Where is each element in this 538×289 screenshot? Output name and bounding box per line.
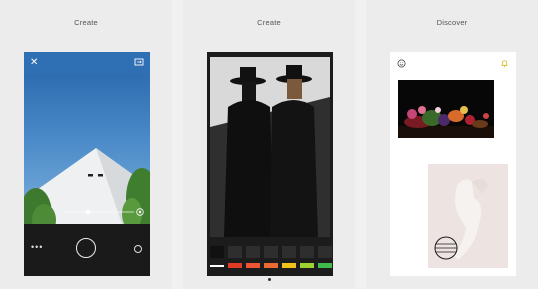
viewfinder-scene [24, 148, 150, 224]
filter-thumb[interactable] [264, 246, 278, 258]
screenshot-panel-discover: Discover [366, 0, 538, 289]
more-icon[interactable]: ••• [31, 243, 43, 252]
selected-filter-indicator [210, 265, 224, 267]
phone-screen [207, 52, 333, 276]
shutter-button[interactable] [76, 238, 96, 258]
filter-chip [318, 263, 332, 268]
panel-title: Create [257, 18, 281, 27]
camera-top-bar: ✕ [24, 52, 150, 74]
feed-image-still-life[interactable] [398, 80, 494, 138]
filter-thumb[interactable] [318, 246, 332, 258]
screenshot-panel-camera: Create ✕ ••• [0, 0, 172, 289]
filter-thumb[interactable] [300, 246, 314, 258]
filter-strip [207, 242, 333, 276]
filter-chip [246, 263, 260, 268]
filter-thumb[interactable] [210, 246, 224, 258]
gallery-circle-icon[interactable] [134, 245, 142, 253]
filter-chip [300, 263, 314, 268]
filter-chip [264, 263, 278, 268]
close-icon[interactable]: ✕ [30, 57, 38, 69]
camera-viewfinder[interactable] [24, 74, 150, 224]
smiley-icon[interactable] [397, 59, 406, 68]
bell-icon[interactable] [500, 59, 509, 68]
filter-thumb[interactable] [246, 246, 260, 258]
figure-scene [434, 178, 488, 260]
feed-image-figure[interactable] [428, 164, 508, 268]
filter-thumb[interactable] [282, 246, 296, 258]
phone-screen [390, 52, 516, 276]
page-indicator-dot [268, 278, 271, 281]
still-life-scene [398, 106, 494, 138]
phone-screen: ✕ ••• [24, 52, 150, 276]
filter-thumb[interactable] [228, 246, 242, 258]
edited-photo[interactable] [210, 57, 330, 237]
photo-scene [210, 57, 330, 237]
panel-title: Discover [436, 18, 468, 27]
panel-title: Create [74, 18, 98, 27]
camera-flip-icon[interactable] [134, 57, 144, 67]
filter-chip [228, 263, 242, 268]
filter-chip [282, 263, 296, 268]
screenshot-panel-editor: Create [183, 0, 355, 289]
camera-controls: ••• [24, 224, 150, 276]
